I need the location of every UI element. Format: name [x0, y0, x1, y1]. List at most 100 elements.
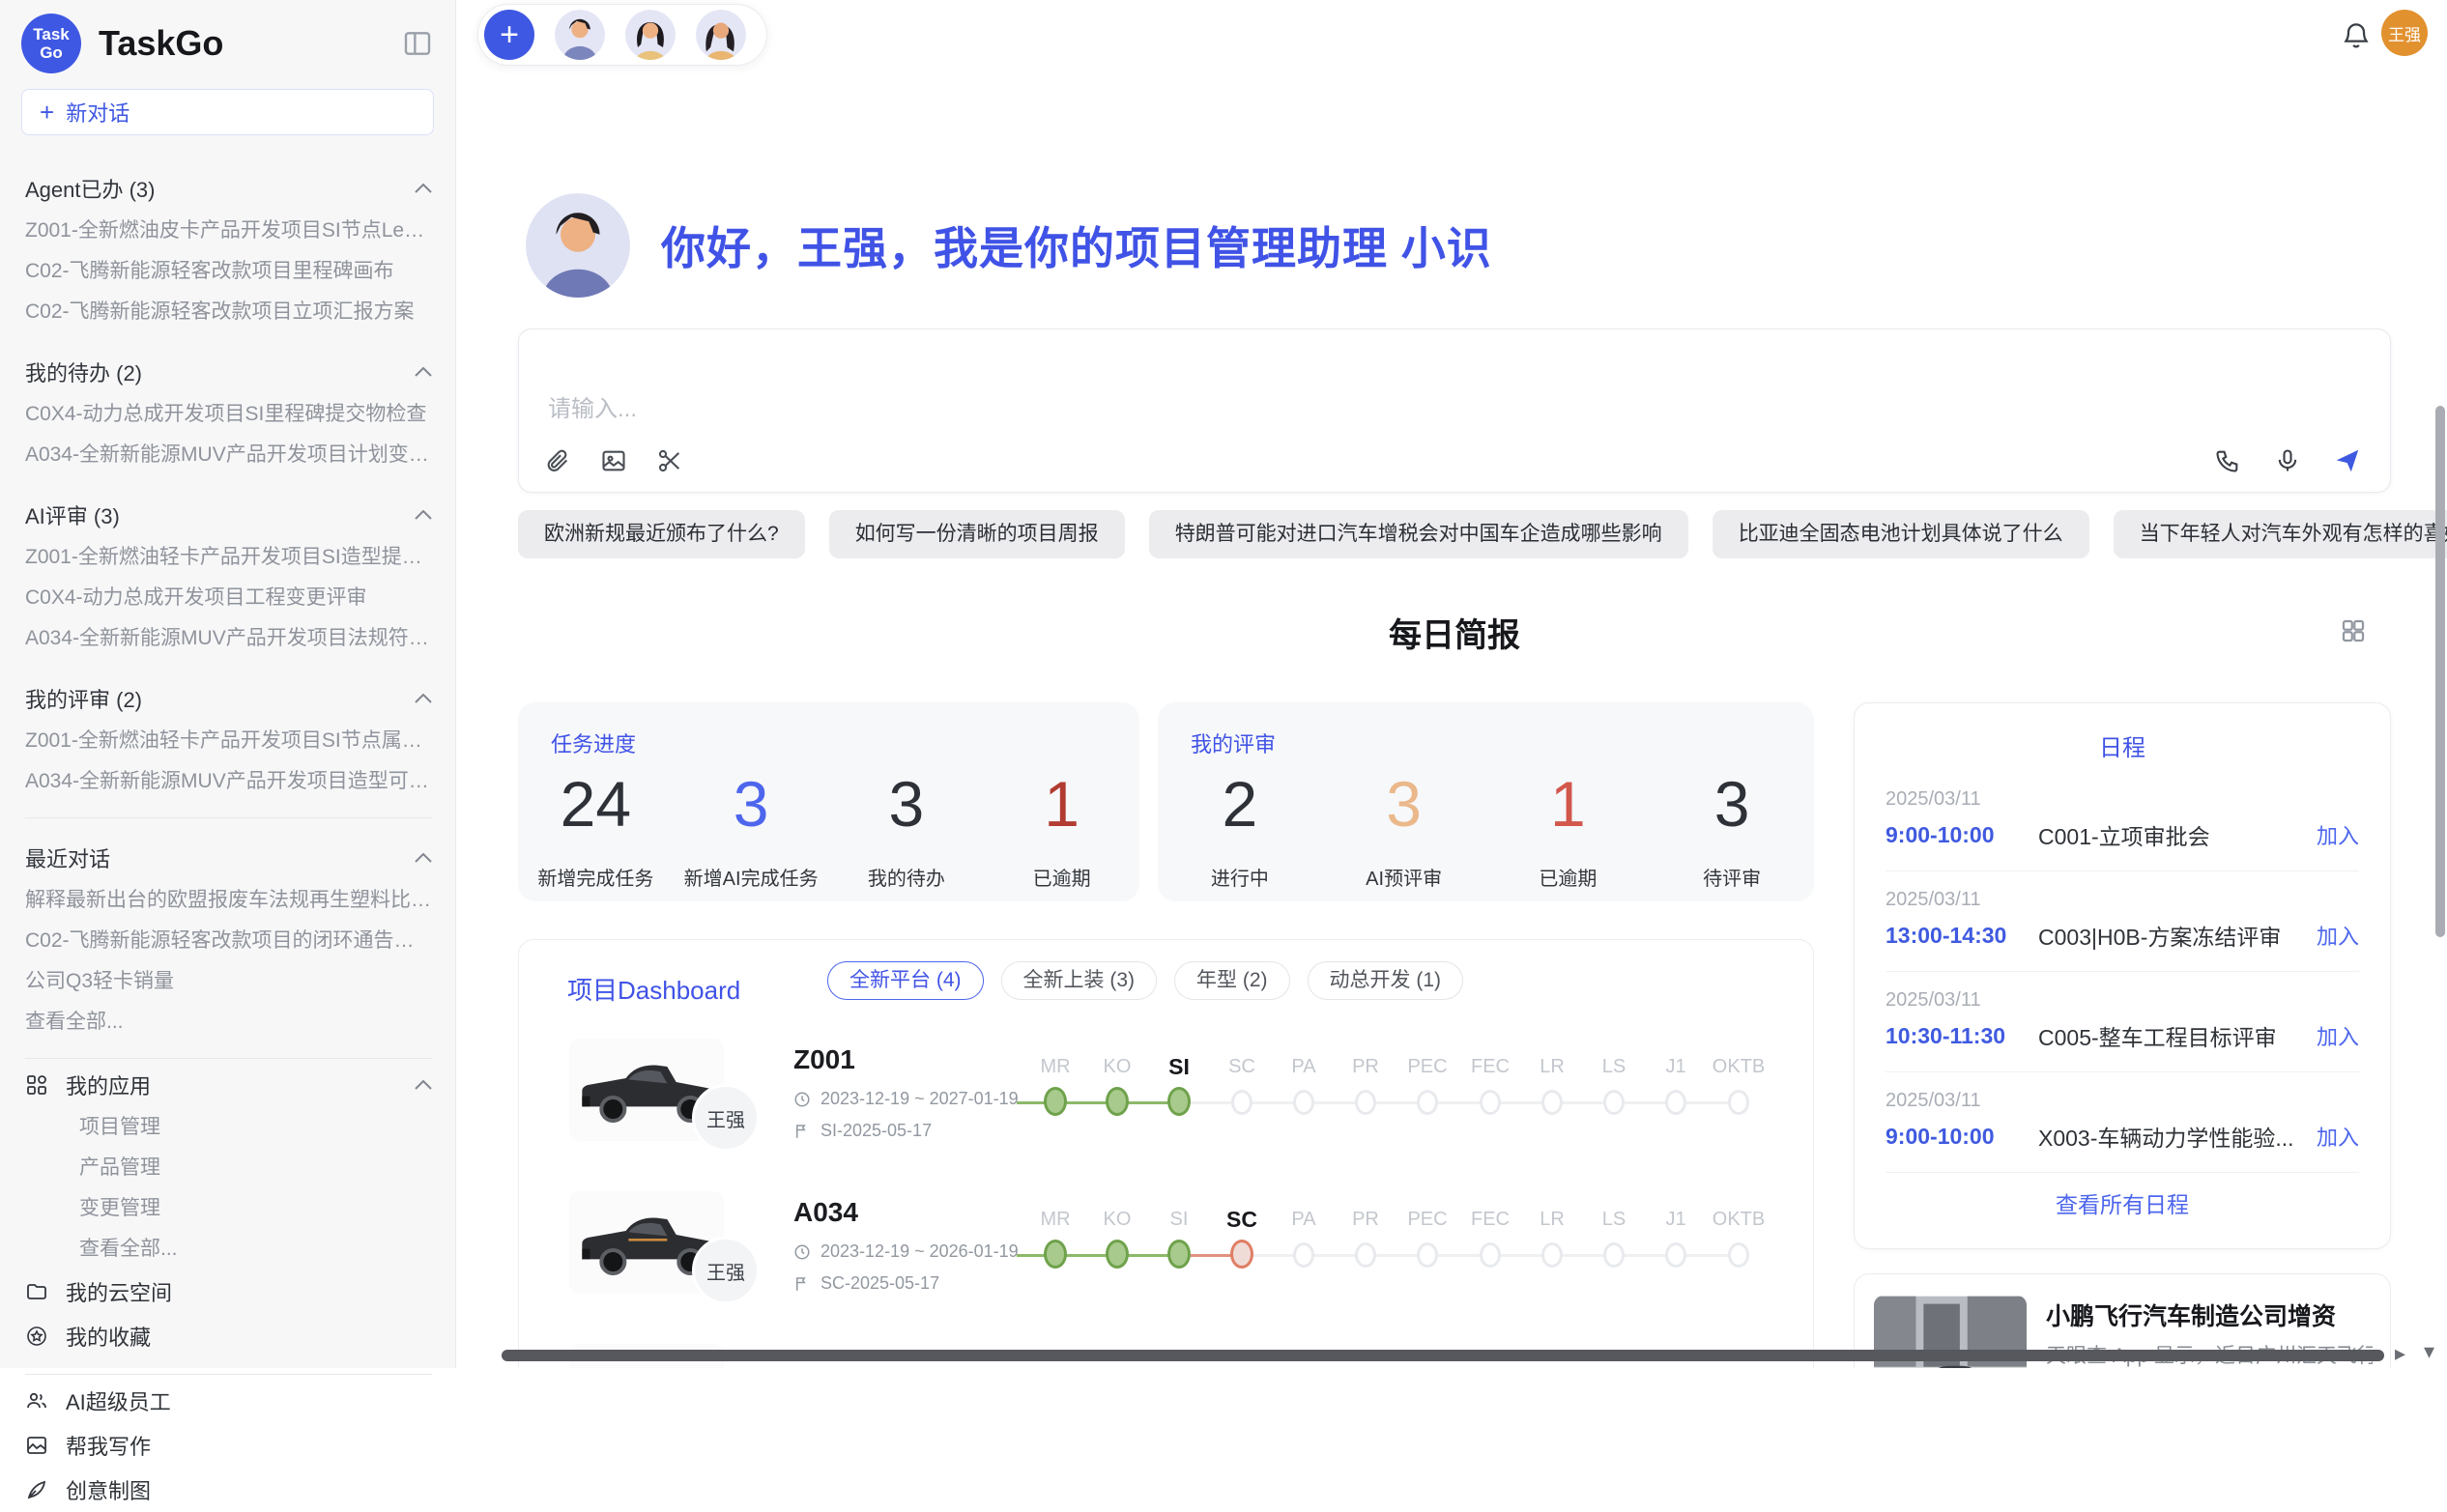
app-title: TaskGo [99, 23, 399, 64]
project-row[interactable]: 王强 Z001 2023-12-19 ~ 2027-01-19 SI-2025-… [519, 1023, 1813, 1176]
new-chat-button[interactable]: + 新对话 [21, 89, 434, 135]
list-item[interactable]: C0X4-动力总成开发项目SI里程碑提交物检查 [25, 394, 432, 435]
list-item[interactable]: C02-飞腾新能源轻客改款项目里程碑画布 [25, 251, 432, 292]
view-all-schedule[interactable]: 查看所有日程 [1855, 1186, 2390, 1219]
greeting-text: 你好，王强，我是你的项目管理助理 小识 [661, 214, 1492, 277]
team-bar: + [477, 4, 767, 66]
join-link[interactable]: 加入 [2317, 920, 2359, 951]
project-dates: 2023-12-19 ~ 2027-01-19 [793, 1089, 1019, 1109]
horizontal-scrollbar[interactable] [502, 1350, 2384, 1361]
section-my-review[interactable]: 我的评审 (2) [25, 676, 432, 721]
list-item[interactable]: C02-飞腾新能源轻客改款项目的闭环通告反馈情况 [25, 921, 432, 961]
filter-chip[interactable]: 全新上装 (3) [1001, 961, 1158, 1000]
list-item[interactable]: A034-全新新能源MUV产品开发项目造型可行性评审 [25, 761, 432, 802]
sidebar-item-favorites[interactable]: 我的收藏 [25, 1314, 432, 1358]
star-badge-icon [25, 1325, 48, 1348]
greeting-block: 你好，王强，我是你的项目管理助理 小识 [526, 193, 1492, 298]
chevron-up-icon [415, 184, 432, 193]
filter-chip[interactable]: 动总开发 (1) [1308, 961, 1464, 1000]
sidebar-item-change-mgmt[interactable]: 变更管理 [25, 1188, 432, 1229]
notification-bell-icon[interactable] [2341, 19, 2374, 52]
sidebar-item-creative-draw[interactable]: 创意制图 [25, 1468, 432, 1512]
project-row[interactable] [519, 1328, 1813, 1368]
collapse-sidebar-icon[interactable] [399, 25, 436, 62]
dashboard-title: 项目Dashboard [567, 971, 740, 1007]
list-item[interactable]: Z001-全新燃油轻卡产品开发项目SI造型提交物评审 [25, 537, 432, 578]
list-item[interactable]: C02-飞腾新能源轻客改款项目立项汇报方案 [25, 292, 432, 332]
list-item[interactable]: Z001-全新燃油轻卡产品开发项目SI节点属性5D文件评审 [25, 721, 432, 761]
list-item[interactable]: A034-全新新能源MUV产品开发项目计划变更表编写 [25, 435, 432, 475]
join-link[interactable]: 加入 [2317, 1121, 2359, 1152]
sidebar-item-cloud-space[interactable]: 我的云空间 [25, 1270, 432, 1314]
scissors-icon[interactable] [652, 443, 687, 478]
sidebar-item-project-mgmt[interactable]: 项目管理 [25, 1107, 432, 1148]
flag-icon [793, 1123, 811, 1140]
list-item[interactable]: A034-全新新能源MUV产品开发项目法规符合性评审 [25, 618, 432, 659]
grid-icon [25, 1073, 48, 1097]
suggestion-chip[interactable]: 当下年轻人对汽车外观有怎样的喜好趋势 [2114, 510, 2447, 558]
chat-input-box[interactable]: 请输入... [518, 328, 2391, 493]
view-all-apps[interactable]: 查看全部... [25, 1229, 432, 1270]
list-item[interactable]: C0X4-动力总成开发项目工程变更评审 [25, 578, 432, 618]
sidebar-item-my-apps[interactable]: 我的应用 [25, 1063, 432, 1107]
filter-chip[interactable]: 全新平台 (4) [827, 961, 984, 1000]
scroll-down-arrow[interactable]: ▾ [2424, 1339, 2434, 1364]
phone-icon[interactable] [2210, 443, 2245, 478]
task-progress-card: 任务进度 24 新增完成任务 3 新增AI完成任务 3 我的待办 1 已逾期 [518, 702, 1139, 901]
suggestion-chips: 欧洲新规最近颁布了什么? 如何写一份清晰的项目周报 特朗普可能对进口汽车增税会对… [518, 510, 2447, 558]
avatar[interactable] [555, 10, 605, 60]
dashboard-filters: 全新平台 (4) 全新上装 (3) 年型 (2) 动总开发 (1) [827, 961, 1463, 1000]
sidebar-item-ai-staff[interactable]: AI超级员工 [25, 1379, 432, 1423]
section-agent-done[interactable]: Agent已办 (3) [25, 166, 432, 211]
sidebar-item-help-write[interactable]: 帮我写作 [25, 1423, 432, 1468]
sidebar-header: Task Go TaskGo [0, 0, 455, 83]
briefing-header: 每日简报 [518, 609, 2391, 656]
event-name: X003-车辆动力学性能验... [2038, 1120, 2303, 1153]
suggestion-chip[interactable]: 比亚迪全固态电池计划具体说了什么 [1713, 510, 2089, 558]
filter-chip[interactable]: 年型 (2) [1174, 961, 1290, 1000]
event-time: 13:00-14:30 [1886, 923, 2038, 949]
schedule-card: 日程 2025/03/11 9:00-10:00 C001-立项审批会 加入 2… [1854, 702, 2391, 1249]
stat-new-done: 24 新增完成任务 [518, 772, 674, 891]
user-avatar[interactable]: 王强 [2381, 10, 2428, 56]
project-code: A034 [793, 1197, 858, 1228]
people-icon [25, 1389, 48, 1412]
sidebar: Task Go TaskGo + 新对话 Agent已办 (3) Z001-全新… [0, 0, 456, 1368]
send-icon[interactable] [2330, 443, 2365, 478]
suggestion-chip[interactable]: 特朗普可能对进口汽车增税会对中国车企造成哪些影响 [1149, 510, 1688, 558]
section-my-todo[interactable]: 我的待办 (2) [25, 350, 432, 394]
image-icon[interactable] [596, 443, 631, 478]
list-item[interactable]: 解释最新出台的欧盟报废车法规再生塑料比例被调至15%... [25, 880, 432, 921]
view-all-recent[interactable]: 查看全部... [25, 1002, 432, 1042]
input-tools-right [2210, 443, 2365, 478]
event-row: 2025/03/11 9:00-10:00 X003-车辆动力学性能验... 加… [1886, 1072, 2359, 1173]
vertical-scrollbar[interactable] [2435, 406, 2445, 937]
scroll-right-arrow[interactable]: ▸ [2395, 1341, 2405, 1366]
app-logo: Task Go [21, 14, 81, 73]
milestone: OKTB [1700, 1208, 1777, 1231]
section-ai-review[interactable]: AI评审 (3) [25, 493, 432, 537]
owner-badge: 王强 [692, 1237, 760, 1304]
chevron-up-icon [415, 1080, 432, 1090]
suggestion-chip[interactable]: 如何写一份清晰的项目周报 [829, 510, 1125, 558]
layout-grid-icon[interactable] [2339, 616, 2370, 647]
clock-icon [793, 1243, 811, 1261]
paperclip-icon[interactable] [540, 443, 575, 478]
list-item[interactable]: 公司Q3轻卡销量 [25, 961, 432, 1002]
suggestion-chip[interactable]: 欧洲新规最近颁布了什么? [518, 510, 805, 558]
image-icon [25, 1434, 48, 1457]
avatar[interactable] [696, 10, 746, 60]
join-link[interactable]: 加入 [2317, 1020, 2359, 1051]
join-link[interactable]: 加入 [2317, 819, 2359, 850]
list-item[interactable]: Z001-全新燃油皮卡产品开发项目SI节点Lesson Learn报告 [25, 211, 432, 251]
section-recent-chats[interactable]: 最近对话 [25, 836, 432, 880]
input-placeholder: 请输入... [548, 389, 637, 423]
add-member-button[interactable]: + [484, 10, 534, 60]
mic-icon[interactable] [2270, 443, 2305, 478]
project-row[interactable]: 王强 A034 2023-12-19 ~ 2026-01-19 SC-2025-… [519, 1176, 1813, 1328]
sidebar-item-product-mgmt[interactable]: 产品管理 [25, 1148, 432, 1188]
event-time: 9:00-10:00 [1886, 822, 2038, 848]
clock-icon [793, 1091, 811, 1108]
avatar[interactable] [625, 10, 676, 60]
stat-ai-prereview: 3 AI预评审 [1322, 772, 1486, 891]
